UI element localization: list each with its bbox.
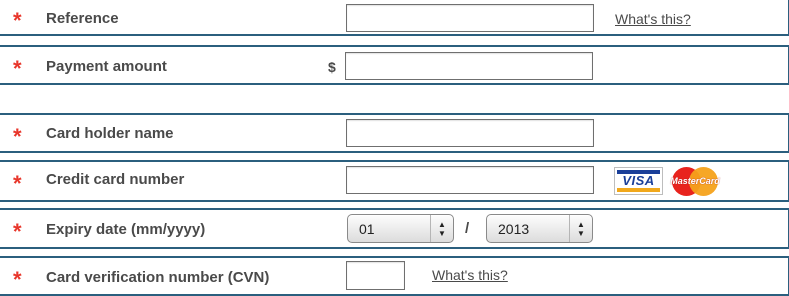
payment-amount-label: Payment amount [46, 58, 167, 75]
select-arrows-icon: ▲ ▼ [430, 215, 453, 242]
reference-input[interactable] [346, 4, 594, 32]
required-marker: * [13, 171, 22, 196]
required-marker: * [13, 56, 22, 81]
credit-card-number-input[interactable] [346, 166, 594, 194]
mastercard-logo-icon: MasterCard [670, 167, 720, 196]
card-holder-name-input[interactable] [346, 119, 594, 147]
payment-amount-input[interactable] [345, 52, 593, 80]
expiry-year-value: 2013 [498, 221, 530, 237]
cvn-whats-this-link[interactable]: What's this? [432, 266, 508, 284]
payment-amount-row: * Payment amount $ [0, 45, 789, 85]
reference-label: Reference [46, 10, 119, 27]
expiry-month-select[interactable]: 01 ▲ ▼ [347, 214, 454, 243]
mastercard-logo-text: MasterCard [670, 176, 720, 186]
expiry-date-label: Expiry date (mm/yyyy) [46, 221, 206, 238]
required-marker: * [13, 219, 22, 244]
expiry-date-row: * Expiry date (mm/yyyy) 01 ▲ ▼ / 2013 ▲ ▼ [0, 208, 789, 249]
reference-whats-this-link[interactable]: What's this? [615, 10, 691, 28]
cvn-input[interactable] [346, 261, 405, 290]
cvn-row: * Card verification number (CVN) What's … [0, 256, 789, 296]
required-marker: * [13, 8, 22, 33]
expiry-year-select[interactable]: 2013 ▲ ▼ [486, 214, 593, 243]
visa-stripe-bottom [617, 188, 660, 192]
expiry-separator: / [465, 220, 470, 237]
visa-logo-text: VISA [622, 173, 655, 188]
required-marker: * [13, 124, 22, 149]
card-holder-name-row: * Card holder name [0, 113, 789, 153]
reference-row: * Reference What's this? [0, 0, 789, 36]
select-arrows-icon: ▲ ▼ [569, 215, 592, 242]
required-marker: * [13, 267, 22, 292]
visa-logo-icon: VISA [614, 167, 663, 195]
card-holder-name-label: Card holder name [46, 125, 174, 142]
cvn-label: Card verification number (CVN) [46, 269, 270, 286]
currency-symbol: $ [328, 59, 336, 75]
expiry-month-value: 01 [359, 221, 375, 237]
credit-card-number-row: * Credit card number VISA MasterCard [0, 160, 789, 202]
credit-card-number-label: Credit card number [46, 171, 185, 188]
